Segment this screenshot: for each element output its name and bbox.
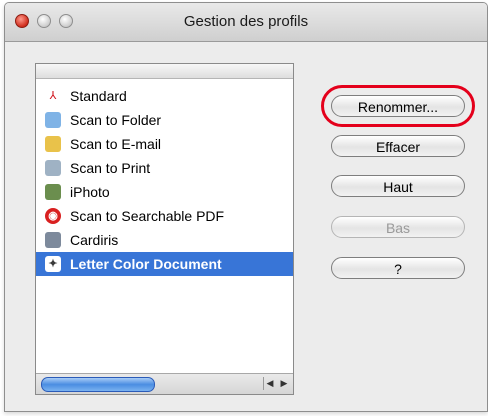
list-item[interactable]: ⅄ Standard	[36, 84, 293, 108]
iphoto-icon	[45, 184, 61, 200]
help-button[interactable]: ?	[331, 257, 465, 279]
searchable-pdf-icon: ◉	[45, 208, 61, 224]
profile-label: Scan to Searchable PDF	[70, 208, 225, 224]
profile-manager-window: Gestion des profils ⅄ Standard Scan to F…	[4, 2, 488, 412]
profile-label: iPhoto	[70, 184, 110, 200]
list-item-selected[interactable]: ✦ Letter Color Document	[36, 252, 293, 276]
list-item[interactable]: Scan to Print	[36, 156, 293, 180]
profile-list[interactable]: ⅄ Standard Scan to Folder Scan to E-mail…	[35, 63, 294, 395]
delete-button[interactable]: Effacer	[331, 135, 465, 157]
list-item[interactable]: ◉ Scan to Searchable PDF	[36, 204, 293, 228]
horizontal-scrollbar[interactable]: ◀ ▶	[36, 373, 293, 394]
profile-label: Scan to E-mail	[70, 136, 162, 152]
scroll-right-icon[interactable]: ▶	[278, 377, 290, 390]
scanner-profile-icon: ✦	[45, 256, 61, 272]
profile-label: Scan to Print	[70, 160, 151, 176]
pdf-acrobat-icon: ⅄	[49, 90, 57, 102]
rename-button[interactable]: Renommer...	[331, 95, 465, 117]
profile-label: Scan to Folder	[70, 112, 162, 128]
profile-label: Letter Color Document	[70, 256, 222, 272]
title-bar: Gestion des profils	[5, 3, 487, 42]
profile-label: Cardiris	[70, 232, 119, 248]
cardiris-icon	[45, 232, 61, 248]
move-up-button[interactable]: Haut	[331, 175, 465, 197]
profile-label: Standard	[70, 88, 127, 104]
move-down-button[interactable]: Bas	[331, 216, 465, 238]
email-icon	[45, 136, 61, 152]
folder-icon	[45, 112, 61, 128]
window-title: Gestion des profils	[183, 13, 309, 30]
list-item[interactable]: Scan to Folder	[36, 108, 293, 132]
list-header	[36, 64, 293, 79]
list-item[interactable]: iPhoto	[36, 180, 293, 204]
scrollbar-thumb[interactable]	[41, 377, 155, 392]
list-item[interactable]: Scan to E-mail	[36, 132, 293, 156]
printer-icon	[45, 160, 61, 176]
scroll-left-icon[interactable]: ◀	[263, 377, 276, 390]
list-item[interactable]: Cardiris	[36, 228, 293, 252]
